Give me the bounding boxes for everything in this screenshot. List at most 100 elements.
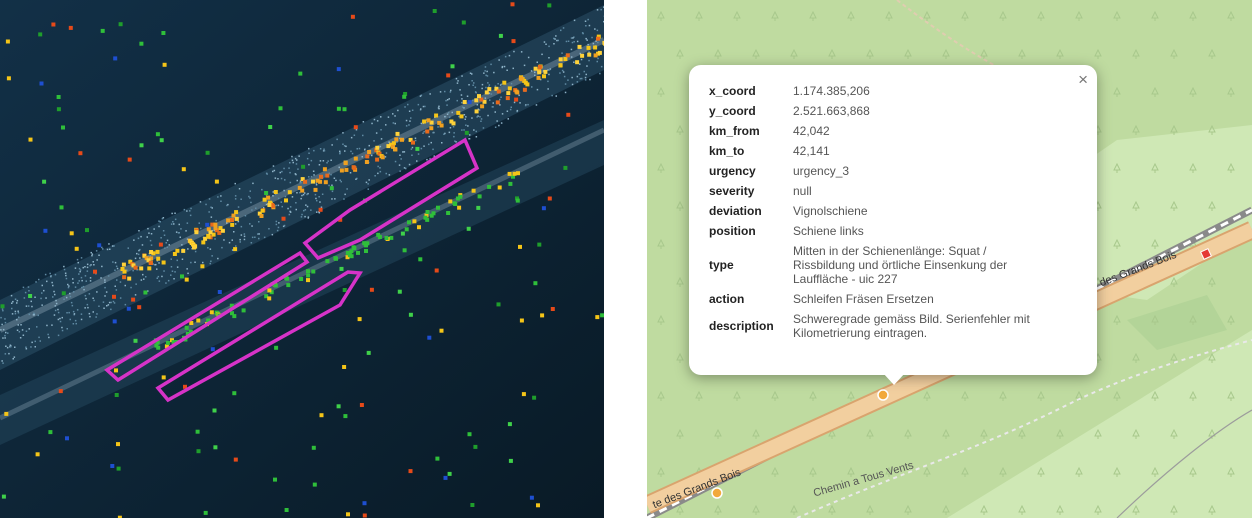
point — [69, 295, 72, 298]
point — [35, 281, 37, 283]
point — [17, 312, 20, 314]
point — [380, 155, 385, 160]
point-cloud-view[interactable] — [0, 0, 604, 518]
point — [484, 66, 487, 68]
point — [30, 346, 32, 348]
point — [127, 247, 129, 249]
point — [399, 154, 401, 156]
point — [67, 283, 69, 286]
point — [356, 250, 360, 255]
point — [508, 54, 511, 57]
point — [351, 152, 354, 155]
point — [286, 283, 291, 288]
point — [416, 160, 418, 162]
point — [455, 77, 458, 80]
point — [116, 267, 119, 270]
defect-marker[interactable] — [711, 487, 723, 499]
point — [469, 72, 472, 74]
point — [518, 94, 520, 97]
point — [194, 261, 196, 263]
point — [135, 283, 137, 285]
point — [297, 168, 299, 170]
point — [492, 102, 494, 104]
point — [521, 392, 526, 397]
point — [392, 113, 394, 115]
point — [492, 106, 494, 108]
point — [384, 156, 387, 158]
point — [161, 31, 166, 35]
point — [186, 222, 189, 224]
point — [323, 180, 328, 185]
point — [467, 100, 472, 105]
point — [254, 236, 256, 238]
point — [402, 94, 407, 99]
point — [377, 165, 379, 168]
point — [295, 173, 297, 176]
point — [322, 167, 327, 172]
point — [339, 266, 344, 271]
point — [380, 116, 382, 118]
point — [586, 65, 588, 67]
point — [89, 280, 92, 282]
point — [595, 315, 600, 320]
point — [240, 198, 242, 200]
point — [411, 109, 414, 111]
point — [364, 249, 368, 253]
point — [312, 170, 315, 172]
point — [249, 190, 251, 192]
point — [362, 513, 367, 518]
point — [310, 209, 312, 211]
point — [525, 82, 530, 87]
attribute-row: description Schweregrade gemäss Bild. Ser… — [709, 309, 1054, 343]
defect-marker[interactable] — [877, 389, 889, 401]
point — [88, 312, 91, 315]
point — [379, 167, 381, 169]
point — [214, 238, 216, 240]
point — [220, 200, 222, 202]
point — [554, 38, 556, 40]
point — [320, 206, 323, 208]
point — [115, 265, 118, 268]
point — [187, 272, 189, 275]
point — [17, 324, 19, 326]
point — [316, 211, 318, 213]
point — [61, 326, 63, 329]
point — [339, 152, 341, 154]
point — [339, 179, 341, 181]
point — [385, 152, 388, 154]
point — [500, 96, 502, 98]
point — [209, 310, 214, 315]
point — [66, 328, 68, 330]
point — [375, 132, 378, 134]
map-view[interactable]: des Grands Bois te des Grands Bois Chemi… — [647, 0, 1252, 518]
point — [327, 160, 329, 162]
point — [441, 121, 443, 123]
point — [438, 105, 440, 108]
point — [308, 152, 310, 154]
point — [234, 210, 239, 215]
attribute-row: y_coord 2.521.663,868 — [709, 101, 1054, 121]
point — [284, 195, 287, 198]
point — [102, 248, 104, 250]
point — [507, 422, 512, 427]
attribute-value: Mitten in der Schienenlänge: Squat / Ris… — [793, 244, 1008, 286]
point — [31, 341, 33, 344]
point — [364, 160, 369, 164]
point — [165, 340, 170, 345]
point — [289, 210, 291, 213]
point — [513, 101, 516, 104]
point — [258, 237, 260, 240]
point — [27, 286, 30, 288]
attribute-row: urgency urgency_3 — [709, 161, 1054, 181]
point — [22, 286, 25, 289]
point — [335, 179, 337, 182]
point — [98, 254, 100, 256]
point — [295, 208, 297, 211]
point — [180, 228, 182, 230]
point — [208, 230, 213, 235]
point — [404, 106, 406, 108]
point — [101, 265, 103, 268]
point — [302, 193, 305, 196]
close-icon[interactable]: × — [1078, 70, 1088, 90]
point — [52, 296, 54, 298]
